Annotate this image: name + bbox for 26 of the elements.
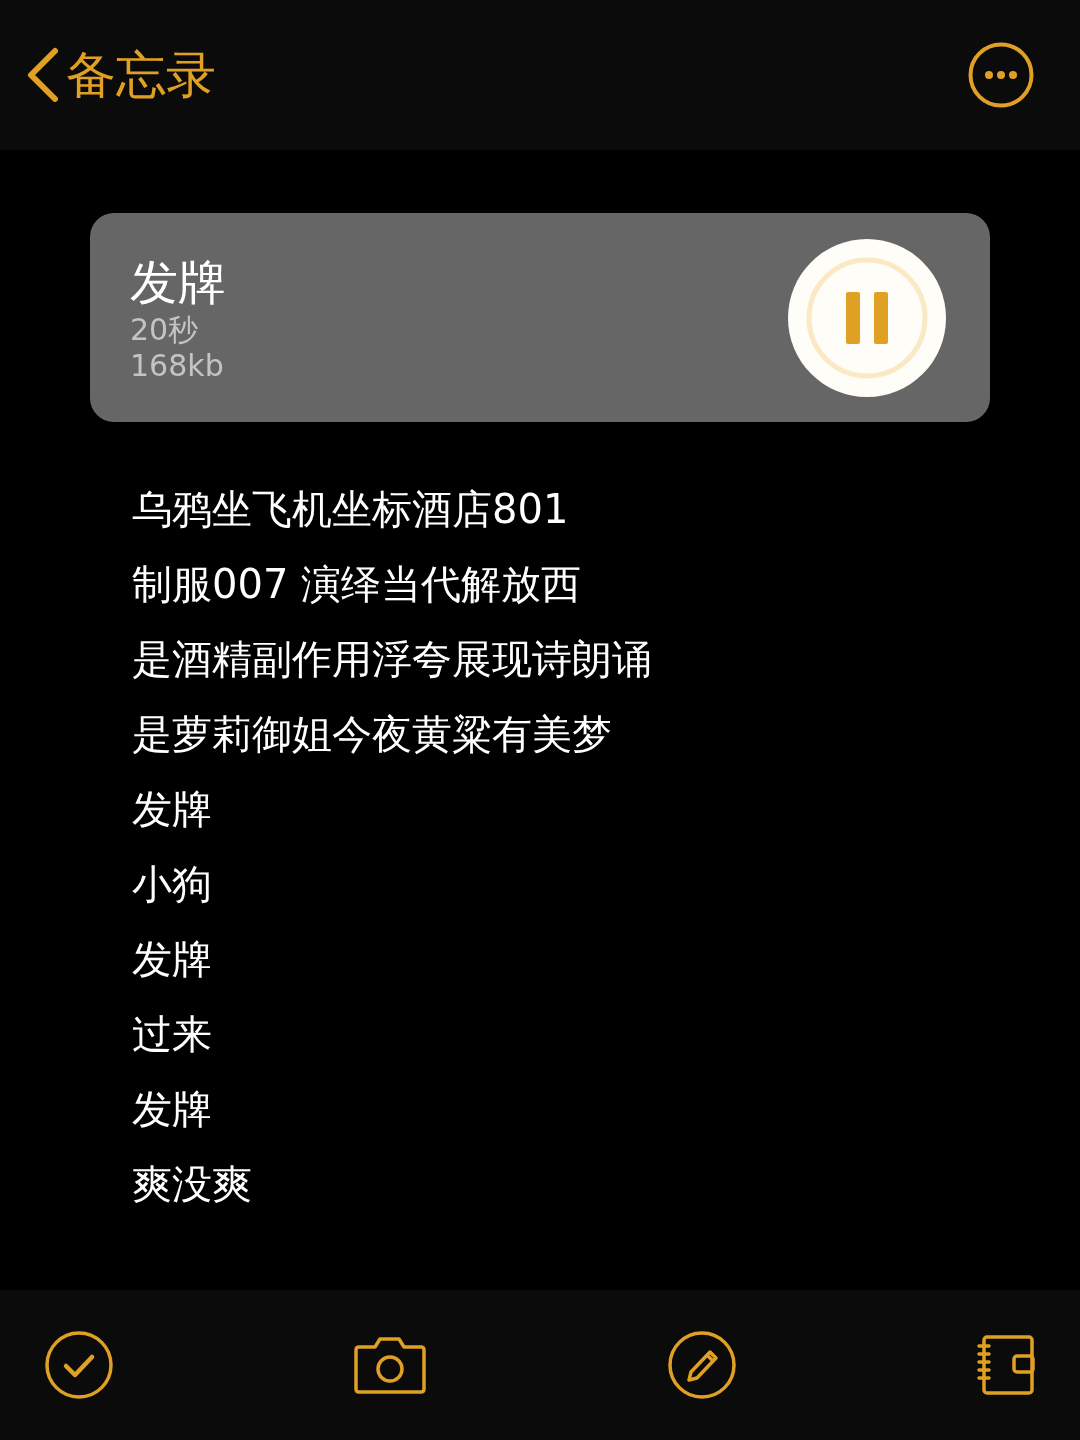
note-line: 发牌: [132, 1085, 213, 1134]
camera-icon: [353, 1335, 428, 1395]
recording-title: 发牌: [130, 252, 226, 312]
notebook-icon: [976, 1334, 1036, 1396]
recording-duration: 20秒: [130, 311, 200, 348]
notebook-button[interactable]: [976, 1334, 1036, 1396]
pencil-circle-icon: [666, 1330, 737, 1400]
more-icon: [968, 42, 1034, 108]
more-button[interactable]: [968, 42, 1034, 108]
note-line: 过来: [132, 1010, 213, 1059]
compose-button[interactable]: [666, 1330, 737, 1400]
note-line: 制服007 演绎当代解放西: [132, 560, 583, 609]
note-line: 是酒精副作用浮夸展现诗朗诵: [132, 635, 653, 684]
recording-size: 168kb: [130, 347, 225, 384]
note-line: 是萝莉御姐今夜黄粱有美梦: [132, 710, 613, 759]
note-line: 小狗: [132, 860, 213, 909]
note-line: 发牌: [132, 935, 213, 984]
note-line: 乌鸦坐飞机坐标酒店801: [132, 485, 570, 534]
check-circle-icon: [44, 1330, 114, 1400]
back-button[interactable]: 备忘录: [26, 41, 216, 109]
camera-button[interactable]: [353, 1335, 428, 1395]
note-line: 发牌: [132, 785, 213, 834]
check-button[interactable]: [44, 1330, 114, 1400]
pause-icon: [805, 255, 929, 380]
note-line: 爽没爽: [132, 1160, 253, 1209]
chevron-left-icon: [26, 47, 60, 103]
